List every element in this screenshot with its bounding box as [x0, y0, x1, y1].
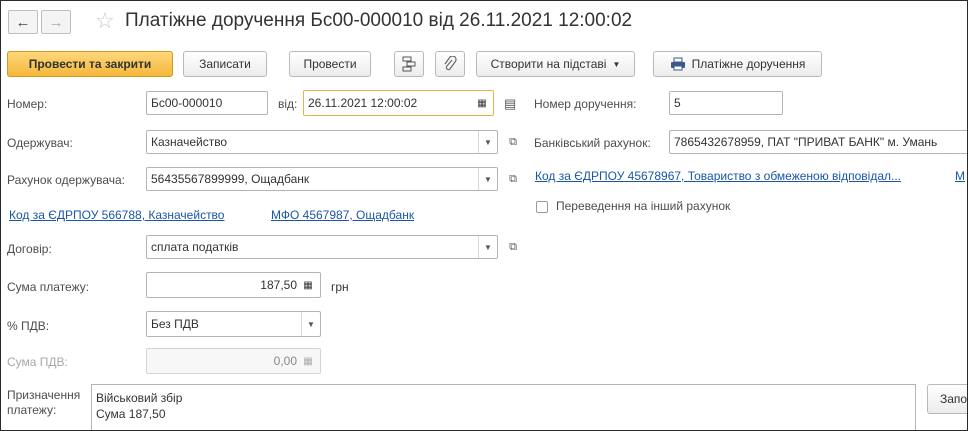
calculator-icon: ▦ — [303, 355, 313, 367]
contract-field[interactable]: сплата податків ▼ — [146, 235, 498, 259]
arrow-left-icon: ← — [15, 13, 31, 31]
calendar-icon[interactable]: ▦ — [475, 91, 489, 115]
vat-amount-field: 0,00 ▦ — [146, 348, 321, 374]
fill-button[interactable]: Запо — [927, 384, 967, 414]
recipient-code-link[interactable]: Код за ЄДРПОУ 566788, Казначейство — [9, 208, 224, 222]
page-title: Платіжне доручення Бс00-000010 від 26.11… — [125, 10, 633, 31]
forward-button[interactable]: → — [41, 10, 71, 34]
purpose-textarea[interactable]: Військовий збір Сума 187,50 — [91, 384, 916, 430]
open-recipient-button[interactable]: ⧉ — [504, 131, 522, 153]
chevron-down-icon[interactable]: ▼ — [478, 168, 497, 190]
structure-button[interactable] — [394, 51, 424, 77]
date-label: від: — [278, 97, 298, 111]
transfer-label: Переведення на інший рахунок — [556, 199, 731, 213]
create-based-on-label: Створити на підставі — [490, 57, 607, 71]
currency-label: грн — [331, 280, 349, 294]
chevron-down-icon[interactable]: ▼ — [478, 131, 497, 153]
document-icon[interactable]: ▤ — [504, 96, 516, 112]
vat-rate-select[interactable]: Без ПДВ ▼ — [146, 311, 321, 337]
transfer-checkbox[interactable] — [536, 201, 548, 213]
vat-amount-label: Сума ПДВ: — [7, 355, 68, 369]
star-outline-icon[interactable]: ☆ — [95, 9, 115, 33]
amount-field[interactable]: 187,50 ▦ — [146, 272, 321, 298]
open-form-icon: ⧉ — [509, 135, 517, 148]
create-based-on-button[interactable]: Створити на підставі ▼ — [476, 51, 635, 77]
order-number-label: Номер доручення: — [534, 97, 637, 111]
purpose-label: Призначення платежу: — [7, 388, 80, 418]
recipient-mfo-link[interactable]: МФО 4567987, Ощадбанк — [271, 208, 414, 222]
contract-value: сплата податків — [151, 240, 239, 254]
number-value: Бс00-000010 — [151, 96, 223, 110]
arrow-right-icon: → — [48, 13, 64, 31]
bank-account-value: 7865432678959, ПАТ "ПРИВАТ БАНК" м. Уман… — [674, 135, 938, 149]
bank-account-label: Банківський рахунок: — [534, 136, 651, 150]
open-recipient-account-button[interactable]: ⧉ — [504, 168, 522, 190]
write-button[interactable]: Записати — [183, 51, 267, 77]
chevron-down-icon[interactable]: ▼ — [478, 236, 497, 258]
open-form-icon: ⧉ — [509, 172, 517, 185]
recipient-account-field[interactable]: 56435567899999, Ощадбанк ▼ — [146, 167, 498, 191]
purpose-label-line-1: Призначення — [7, 388, 81, 402]
paperclip-icon — [444, 56, 457, 71]
chevron-down-icon: ▼ — [612, 59, 621, 69]
amount-label: Сума платежу: — [7, 280, 90, 294]
open-form-icon: ⧉ — [509, 240, 517, 253]
purpose-label-line-2: платежу: — [7, 403, 57, 417]
vat-rate-value: Без ПДВ — [151, 317, 199, 331]
contract-label: Договір: — [7, 242, 52, 256]
back-button[interactable]: ← — [8, 10, 38, 34]
order-number-field[interactable]: 5 — [669, 91, 783, 115]
order-number-value: 5 — [674, 96, 681, 110]
recipient-field[interactable]: Казначейство ▼ — [146, 130, 498, 154]
attach-button[interactable] — [435, 51, 465, 77]
number-label: Номер: — [7, 97, 48, 111]
date-field[interactable]: 26.11.2021 12:00:02 ▦ — [303, 90, 494, 116]
printer-icon — [670, 57, 685, 71]
post-button[interactable]: Провести — [289, 51, 371, 77]
recipient-account-label: Рахунок одержувача: — [7, 173, 125, 187]
org-code-link[interactable]: Код за ЄДРПОУ 45678967, Товариство з обм… — [535, 169, 901, 183]
chevron-down-icon[interactable]: ▼ — [301, 312, 320, 336]
calculator-icon[interactable]: ▦ — [301, 273, 315, 297]
structure-icon — [402, 56, 416, 72]
post-and-close-button[interactable]: Провести та закрити — [7, 51, 173, 77]
vat-amount-value: 0,00 — [273, 354, 297, 368]
date-value: 26.11.2021 12:00:02 — [308, 96, 418, 110]
number-field[interactable]: Бс00-000010 — [146, 91, 268, 115]
bank-account-field[interactable]: 7865432678959, ПАТ "ПРИВАТ БАНК" м. Уман… — [669, 130, 967, 154]
org-mfo-link[interactable]: М — [955, 169, 965, 183]
recipient-value: Казначейство — [151, 135, 228, 149]
amount-value: 187,50 — [260, 278, 297, 292]
document-window: ← → ☆ Платіжне доручення Бс00-000010 від… — [0, 0, 968, 431]
recipient-account-value: 56435567899999, Ощадбанк — [151, 172, 310, 186]
purpose-line-2: Сума 187,50 — [96, 407, 166, 421]
recipient-label: Одержувач: — [7, 136, 73, 150]
vat-rate-label: % ПДВ: — [7, 319, 50, 333]
open-contract-button[interactable]: ⧉ — [504, 236, 522, 258]
print-label: Платіжне доручення — [691, 57, 806, 71]
purpose-line-1: Військовий збір — [96, 391, 183, 405]
print-payment-order-button[interactable]: Платіжне доручення — [653, 51, 822, 77]
